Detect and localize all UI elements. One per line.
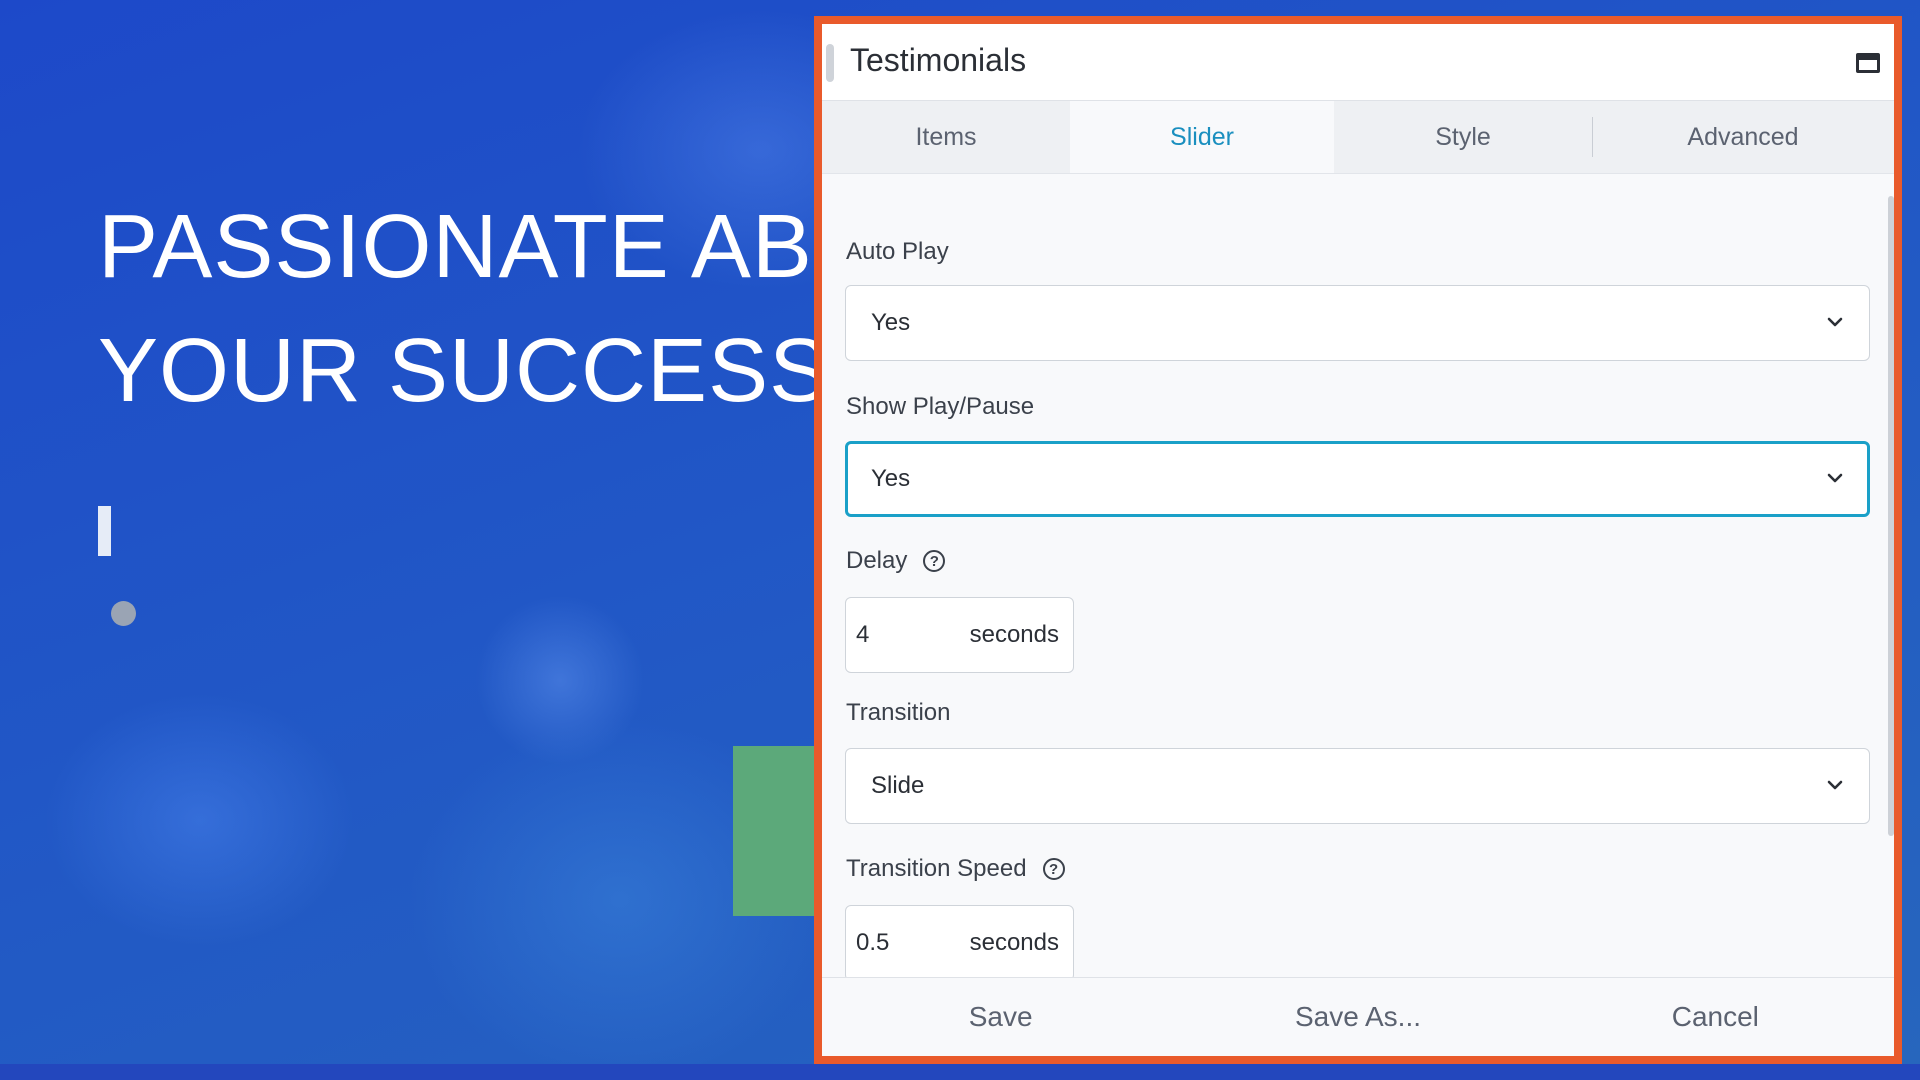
- transition-value: Slide: [871, 772, 925, 799]
- help-icon[interactable]: ?: [1042, 858, 1065, 880]
- hero-title-line-1: PASSIONATE ABOUT: [98, 197, 814, 297]
- hero-green-block: [733, 746, 814, 916]
- dialog-title: Testimonials: [850, 42, 1027, 78]
- hero-title-line-2: YOUR SUCCESS: [98, 321, 814, 421]
- delay-value: 4: [856, 621, 870, 648]
- auto-play-value: Yes: [871, 309, 911, 336]
- dialog-footer: Save Save As... Cancel: [822, 977, 1894, 1056]
- delay-unit: seconds: [969, 621, 1059, 648]
- chevron-down-icon: [1827, 780, 1843, 790]
- auto-play-select[interactable]: Yes: [845, 285, 1870, 361]
- transition-select[interactable]: Slide: [845, 748, 1870, 824]
- drag-handle[interactable]: [826, 44, 834, 82]
- save-as-button[interactable]: Save As...: [1179, 978, 1536, 1056]
- text-cursor-bar: [98, 506, 111, 556]
- show-play-pause-label: Show Play/Pause: [846, 393, 1034, 421]
- tab-items-label: Items: [915, 122, 977, 151]
- auto-play-label-text: Auto Play: [846, 238, 949, 265]
- cancel-button[interactable]: Cancel: [1537, 978, 1894, 1056]
- hero-title: PASSIONATE ABOUT YOUR SUCCESS: [98, 185, 814, 433]
- transition-label: Transition: [846, 699, 950, 727]
- tab-separator: [1592, 117, 1593, 157]
- show-play-pause-label-text: Show Play/Pause: [846, 393, 1035, 420]
- save-as-button-label: Save As...: [1294, 1001, 1422, 1032]
- save-button-label: Save: [968, 1001, 1033, 1032]
- save-button[interactable]: Save: [822, 978, 1179, 1056]
- delay-input[interactable]: 4 seconds: [845, 597, 1074, 673]
- tab-items[interactable]: Items: [822, 101, 1070, 173]
- bottom-strip: [0, 1064, 1920, 1080]
- auto-play-label: Auto Play: [846, 238, 949, 266]
- transition-speed-label-text: Transition Speed: [846, 855, 1027, 882]
- show-play-pause-select[interactable]: Yes: [845, 441, 1870, 517]
- delay-label: Delay ?: [846, 547, 946, 575]
- transition-speed-unit: seconds: [969, 929, 1059, 956]
- cancel-button-label: Cancel: [1671, 1001, 1759, 1032]
- transition-speed-input[interactable]: 0.5 seconds: [845, 905, 1074, 981]
- panel-scrollbar[interactable]: [1888, 196, 1894, 836]
- tab-advanced[interactable]: Advanced: [1592, 101, 1894, 173]
- chevron-down-icon: [1827, 473, 1843, 483]
- chevron-down-icon: [1827, 317, 1843, 327]
- show-play-pause-value: Yes: [871, 465, 911, 492]
- tab-slider[interactable]: Slider: [1070, 101, 1334, 173]
- transition-speed-label: Transition Speed ?: [846, 855, 1065, 883]
- hero-area: PASSIONATE ABOUT YOUR SUCCESS: [0, 0, 814, 1080]
- dialog-tabs: Items Slider Style Advanced: [822, 101, 1894, 174]
- tab-style[interactable]: Style: [1334, 101, 1592, 173]
- delay-label-text: Delay: [846, 547, 908, 574]
- maximize-window-icon[interactable]: [1856, 53, 1880, 73]
- help-icon[interactable]: ?: [923, 550, 946, 572]
- testimonials-settings-dialog: Testimonials Items Slider Style Advanced…: [814, 16, 1902, 1064]
- transition-speed-value: 0.5: [856, 929, 890, 956]
- transition-label-text: Transition: [846, 699, 951, 726]
- slider-dot[interactable]: [111, 601, 136, 626]
- tab-style-label: Style: [1435, 122, 1491, 151]
- dialog-header[interactable]: Testimonials: [822, 24, 1894, 101]
- tab-slider-label: Slider: [1170, 122, 1234, 151]
- tab-advanced-label: Advanced: [1687, 122, 1799, 151]
- slider-settings-panel: Auto Play Yes Show Play/Pause Yes Delay …: [822, 174, 1894, 981]
